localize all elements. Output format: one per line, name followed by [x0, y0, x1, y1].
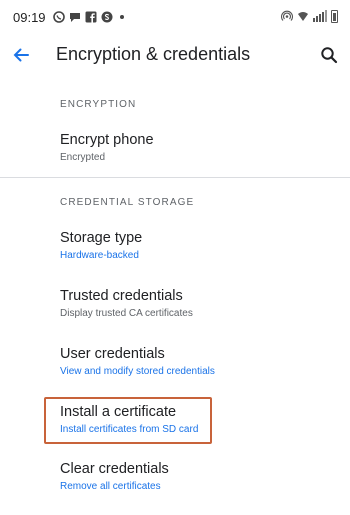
more-notifications-dot: [120, 15, 124, 19]
trusted-credentials-item[interactable]: Trusted credentials Display trusted CA c…: [0, 288, 350, 342]
item-subtitle: Remove all certificates: [60, 481, 161, 492]
item-title: Storage type: [60, 230, 143, 246]
section-header-encryption: ENCRYPTION: [60, 99, 137, 110]
notification-icons: [53, 10, 124, 24]
facebook-icon: [85, 11, 97, 23]
item-subtitle: Hardware-backed: [60, 250, 139, 261]
section-header-credential-storage: CREDENTIAL STORAGE: [60, 197, 195, 208]
clear-credentials-item[interactable]: Clear credentials Remove all certificate…: [0, 461, 350, 515]
item-subtitle: Encrypted: [60, 152, 106, 163]
hotspot-icon: [281, 10, 293, 21]
system-icons: [281, 9, 338, 23]
item-subtitle: View and modify stored credentials: [60, 366, 215, 377]
section-divider: [0, 177, 350, 178]
back-button[interactable]: [8, 42, 34, 68]
status-time: 09:19: [13, 10, 46, 25]
item-title: Encrypt phone: [60, 132, 154, 148]
highlight-annotation: [44, 397, 212, 444]
item-title: Clear credentials: [60, 461, 169, 477]
page-title: Encryption & credentials: [56, 44, 251, 64]
search-icon: [321, 47, 338, 64]
search-button[interactable]: [316, 42, 342, 68]
user-credentials-item[interactable]: User credentials View and modify stored …: [0, 346, 350, 400]
status-bar: 09:19: [0, 0, 350, 34]
item-title: User credentials: [60, 346, 165, 362]
whatsapp-icon: [53, 11, 65, 23]
item-subtitle: Display trusted CA certificates: [60, 308, 193, 319]
battery-icon: [331, 9, 338, 23]
signal-icon: [313, 10, 327, 22]
app-bar: Encryption & credentials: [0, 34, 350, 76]
item-title: Trusted credentials: [60, 288, 183, 304]
storage-type-item[interactable]: Storage type Hardware-backed: [0, 230, 350, 284]
chat-bubble-icon: [70, 13, 80, 22]
arrow-left-icon: [13, 48, 29, 62]
wifi-icon: [298, 12, 308, 21]
skype-icon: [101, 11, 113, 23]
